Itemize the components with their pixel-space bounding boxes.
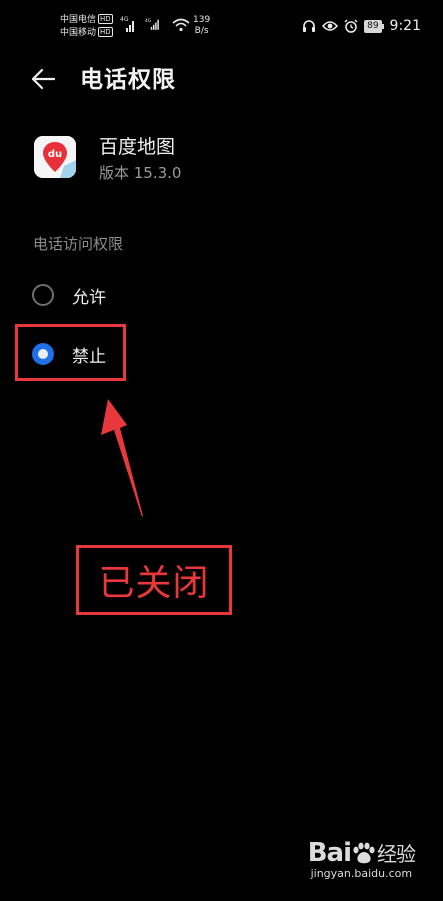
watermark-logo-text: Bai: [307, 838, 352, 868]
hd-badge: HD: [98, 14, 113, 24]
status-icons: 89 9:21: [302, 18, 421, 34]
baidu-map-app-icon: du: [34, 136, 76, 178]
annotation-box: 已关闭: [76, 545, 232, 615]
highlight-box: [15, 324, 126, 381]
alarm-icon: [344, 19, 358, 33]
app-name: 百度地图: [99, 136, 176, 158]
section-title: 电话访问权限: [33, 235, 124, 253]
carrier-2: 中国移动: [60, 28, 97, 38]
status-time: 9:21: [389, 18, 421, 34]
app-version: 版本 15.3.0: [99, 164, 182, 182]
speed-unit: B/s: [194, 26, 209, 36]
annotation-text: 已关闭: [98, 563, 210, 604]
hd-badge: HD: [98, 27, 113, 37]
baidu-paw-icon: [353, 842, 375, 864]
watermark-logo: Bai 经验: [307, 838, 416, 869]
option-label: 允许: [72, 287, 106, 308]
watermark-url: jingyan.baidu.com: [310, 867, 413, 880]
carrier-1: 中国电信: [60, 15, 97, 25]
headset-icon: [303, 20, 316, 32]
baidu-jingyan-watermark: Bai 经验 jingyan.baidu.com: [307, 838, 416, 881]
annotation-arrow-icon: [101, 399, 143, 517]
wifi-icon: [172, 18, 190, 32]
app-icon-label: du: [48, 149, 62, 160]
arrow-left-icon[interactable]: [30, 66, 56, 92]
radio-unselected-icon[interactable]: [32, 284, 54, 306]
option-allow[interactable]: 允许: [20, 272, 420, 318]
battery-icon: 89: [364, 19, 385, 33]
carrier-info: 中国电信 HD 中国移动 HD: [60, 14, 113, 40]
eye-icon: [322, 21, 339, 31]
watermark-logo-suffix: 经验: [377, 842, 416, 866]
network-speed: 139 B/s: [193, 15, 210, 37]
svg-text:4G: 4G: [145, 18, 152, 24]
speed-value: 139: [193, 15, 211, 25]
svg-text:4G: 4G: [120, 16, 129, 23]
signal-icon: 4G: [120, 16, 134, 32]
signal-icon: 4G: [145, 18, 159, 30]
page-title: 电话权限: [80, 67, 176, 93]
